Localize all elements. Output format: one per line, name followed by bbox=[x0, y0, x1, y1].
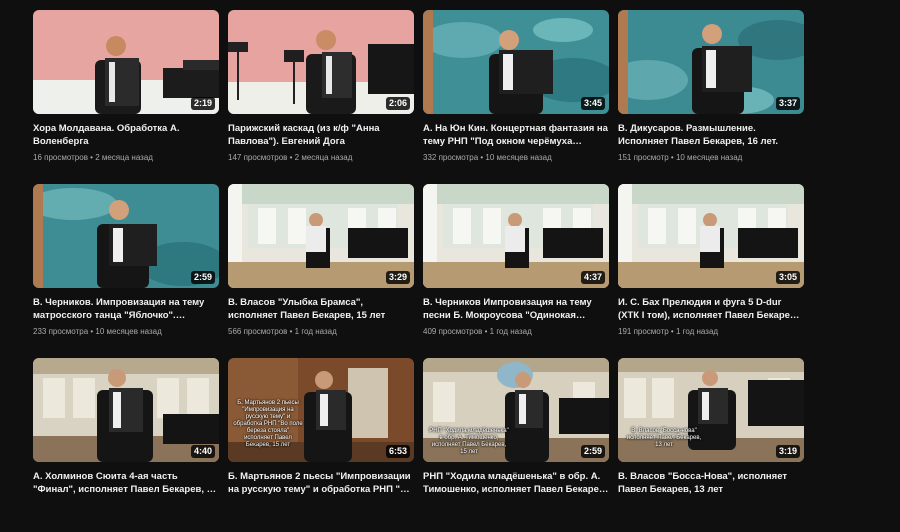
video-thumbnail[interactable]: 2:19 bbox=[33, 10, 219, 114]
view-count: 409 просмотров bbox=[423, 327, 483, 336]
video-title[interactable]: А. На Юн Кин. Концертная фантазия на тем… bbox=[423, 122, 609, 148]
thumbnail-overlay-caption: В. Власов "Босса-нова" исполняет Павел Б… bbox=[626, 428, 702, 448]
video-title[interactable]: В. Дикусаров. Размышление. Исполняет Пав… bbox=[618, 122, 804, 148]
thumbnail-overlay-caption: Б. Мартьянов 2 пьесы "Импровизация на ру… bbox=[233, 400, 303, 448]
upload-age: 1 год назад bbox=[675, 327, 719, 336]
video-meta: 566 просмотров • 1 год назад bbox=[228, 327, 337, 336]
video-duration: 2:59 bbox=[190, 271, 215, 284]
video-card[interactable]: В. Власов "Босса-нова" исполняет Павел Б… bbox=[618, 358, 804, 532]
video-title[interactable]: В. Власов "Улыбка Брамса", исполняет Пав… bbox=[228, 296, 414, 322]
video-duration: 4:37 bbox=[580, 271, 605, 284]
video-duration: 3:45 bbox=[580, 97, 605, 110]
upload-age: 10 месяцев назад bbox=[485, 153, 552, 162]
video-meta: 332 просмотра • 10 месяцев назад bbox=[423, 153, 552, 162]
video-duration: 2:06 bbox=[385, 97, 410, 110]
upload-age: 1 год назад bbox=[294, 327, 337, 336]
upload-age: 10 месяцев назад bbox=[95, 327, 162, 336]
video-title[interactable]: РНП "Ходила младёшенька" в обр. А. Тимош… bbox=[423, 470, 609, 496]
video-card[interactable]: 3:37 В. Дикусаров. Размышление. Исполняе… bbox=[618, 10, 804, 184]
video-meta: 151 просмотр • 10 месяцев назад bbox=[618, 153, 743, 162]
video-title[interactable]: В. Черников. Импровизация на тему матрос… bbox=[33, 296, 219, 322]
video-duration: 2:19 bbox=[190, 97, 215, 110]
thumbnail-overlay-caption: РНП "Ходила младёшенька" в обр. А. Тимош… bbox=[429, 428, 509, 455]
video-grid: 2:19 Хора Молдавана. Обработка А. Воленб… bbox=[33, 10, 804, 532]
view-count: 191 просмотр bbox=[618, 327, 669, 336]
video-title[interactable]: В. Власов "Босса-Нова", исполняет Павел … bbox=[618, 470, 804, 496]
view-count: 566 просмотров bbox=[228, 327, 288, 336]
video-thumbnail[interactable]: РНП "Ходила младёшенька" в обр. А. Тимош… bbox=[423, 358, 609, 462]
video-duration: 4:40 bbox=[190, 445, 215, 458]
video-duration: 3:05 bbox=[775, 271, 800, 284]
video-thumbnail[interactable]: Б. Мартьянов 2 пьесы "Импровизация на ру… bbox=[228, 358, 414, 462]
video-thumbnail[interactable]: 4:40 bbox=[33, 358, 219, 462]
upload-age: 2 месяца назад bbox=[95, 153, 153, 162]
video-meta: 191 просмотр • 1 год назад bbox=[618, 327, 719, 336]
upload-age: 2 месяца назад bbox=[294, 153, 353, 162]
upload-age: 1 год назад bbox=[489, 327, 532, 336]
view-count: 16 просмотров bbox=[33, 153, 88, 162]
video-title[interactable]: И. С. Бах Прелюдия и фуга 5 D-dur (ХТК I… bbox=[618, 296, 804, 322]
video-thumbnail[interactable]: 3:37 bbox=[618, 10, 804, 114]
view-count: 151 просмотр bbox=[618, 153, 669, 162]
view-count: 147 просмотров bbox=[228, 153, 288, 162]
video-card[interactable]: Б. Мартьянов 2 пьесы "Импровизация на ру… bbox=[228, 358, 414, 532]
view-count: 233 просмотра bbox=[33, 327, 89, 336]
video-card[interactable]: 4:37 В. Черников Импровизация на тему пе… bbox=[423, 184, 609, 358]
video-card[interactable]: 2:59 В. Черников. Импровизация на тему м… bbox=[33, 184, 219, 358]
video-meta: 147 просмотров • 2 месяца назад bbox=[228, 153, 353, 162]
video-duration: 3:29 bbox=[385, 271, 410, 284]
video-meta: 16 просмотров • 2 месяца назад bbox=[33, 153, 153, 162]
video-thumbnail[interactable]: 3:05 bbox=[618, 184, 804, 288]
video-thumbnail[interactable]: 2:59 bbox=[33, 184, 219, 288]
video-thumbnail[interactable]: В. Власов "Босса-нова" исполняет Павел Б… bbox=[618, 358, 804, 462]
video-title[interactable]: Хора Молдавана. Обработка А. Воленберга bbox=[33, 122, 219, 148]
upload-age: 10 месяцев назад bbox=[675, 153, 743, 162]
video-meta: 233 просмотра • 10 месяцев назад bbox=[33, 327, 162, 336]
video-title[interactable]: Б. Мартьянов 2 пьесы "Импровизации на ру… bbox=[228, 470, 414, 496]
video-card[interactable]: 3:29 В. Власов "Улыбка Брамса", исполняе… bbox=[228, 184, 414, 358]
video-card[interactable]: 3:45 А. На Юн Кин. Концертная фантазия н… bbox=[423, 10, 609, 184]
video-card[interactable]: 2:19 Хора Молдавана. Обработка А. Воленб… bbox=[33, 10, 219, 184]
video-title[interactable]: Парижский каскад (из к/ф "Анна Павлова")… bbox=[228, 122, 414, 148]
video-duration: 3:19 bbox=[775, 445, 800, 458]
video-card[interactable]: РНП "Ходила младёшенька" в обр. А. Тимош… bbox=[423, 358, 609, 532]
video-card[interactable]: 4:40 А. Холминов Сюита 4-ая часть "Финал… bbox=[33, 358, 219, 532]
video-meta: 409 просмотров • 1 год назад bbox=[423, 327, 532, 336]
view-count: 332 просмотра bbox=[423, 153, 479, 162]
video-thumbnail[interactable]: 3:29 bbox=[228, 184, 414, 288]
video-duration: 6:53 bbox=[385, 445, 410, 458]
video-duration: 2:59 bbox=[580, 445, 605, 458]
video-title[interactable]: В. Черников Импровизация на тему песни Б… bbox=[423, 296, 609, 322]
video-card[interactable]: 3:05 И. С. Бах Прелюдия и фуга 5 D-dur (… bbox=[618, 184, 804, 358]
video-duration: 3:37 bbox=[775, 97, 800, 110]
video-thumbnail[interactable]: 4:37 bbox=[423, 184, 609, 288]
video-title[interactable]: А. Холминов Сюита 4-ая часть "Финал", ис… bbox=[33, 470, 219, 496]
video-card[interactable]: 2:06 Парижский каскад (из к/ф "Анна Павл… bbox=[228, 10, 414, 184]
video-thumbnail[interactable]: 2:06 bbox=[228, 10, 414, 114]
video-thumbnail[interactable]: 3:45 bbox=[423, 10, 609, 114]
